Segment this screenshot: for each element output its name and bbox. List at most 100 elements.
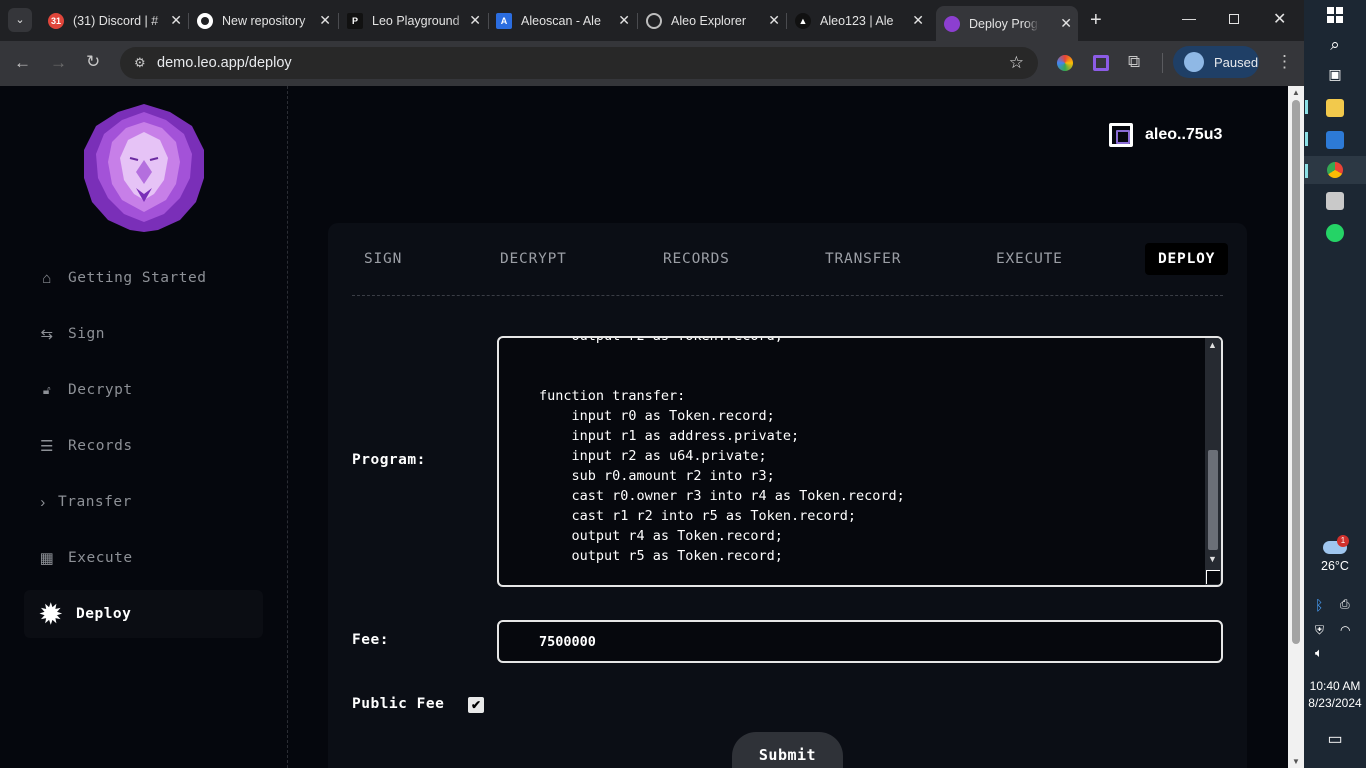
tab-sign[interactable]: SIGN (364, 243, 402, 275)
notification-center-icon[interactable]: ▭ (1304, 729, 1366, 749)
tab-transfer[interactable]: TRANSFER (825, 243, 901, 275)
browser-tab-leo-playground[interactable]: P Leo Playground ✕ (347, 6, 487, 35)
profile-button[interactable]: Paused (1173, 46, 1259, 78)
clock-time[interactable]: 10:40 AM (1304, 679, 1366, 693)
aleoscan-icon: A (496, 12, 512, 29)
wallet-button[interactable]: aleo..75u3 (1109, 123, 1222, 147)
leo-wallet-icon (1109, 123, 1133, 147)
weather-widget[interactable]: 1 26°C (1304, 535, 1366, 575)
browser-toolbar: ← → ↻ ⚙ demo.leo.app/deploy ☆ ⧉ Paused ⋮ (0, 41, 1304, 86)
fee-label: Fee: (352, 632, 389, 648)
weather-temperature: 26°C (1321, 559, 1349, 573)
lock-icon: 🔓︎ (42, 382, 52, 397)
security-shield-icon[interactable]: ⛨ (1315, 623, 1324, 638)
public-fee-checkbox[interactable]: ✔ (468, 697, 484, 713)
avatar (1184, 52, 1204, 72)
site-settings-icon[interactable]: ⚙ (134, 55, 146, 71)
sidebar-item-deploy[interactable]: ✹ Deploy (24, 590, 263, 638)
fee-input[interactable]: 7500000 (497, 620, 1223, 663)
tab-deploy[interactable]: DEPLOY (1145, 243, 1229, 275)
mail-icon[interactable] (1326, 192, 1344, 210)
tab-records[interactable]: RECORDS (663, 243, 730, 275)
resize-handle-icon[interactable] (1206, 570, 1220, 584)
tab-decrypt[interactable]: DECRYPT (500, 243, 567, 275)
meet-now-icon[interactable]: ⎙ (1340, 597, 1350, 612)
sidebar-item-label: Getting Started (68, 270, 207, 286)
minimize-button[interactable]: — (1182, 10, 1196, 26)
close-icon[interactable]: ✕ (319, 12, 331, 29)
scroll-down-icon[interactable]: ▼ (1292, 757, 1300, 766)
restore-button[interactable] (1229, 14, 1239, 24)
sidebar-item-records[interactable]: ☰ Records (24, 422, 263, 470)
scroll-down-icon[interactable]: ▼ (1208, 554, 1217, 564)
discord-icon: 31 (48, 12, 64, 29)
textarea-scrollbar[interactable]: ▲ ▼ (1205, 338, 1221, 585)
tab-title: Aleo123 | Ale (820, 13, 894, 28)
sidebar: ⌂ Getting Started ⇆ Sign 🔓︎ Decrypt ☰ Re… (0, 86, 288, 768)
scrollbar-thumb[interactable] (1208, 450, 1218, 550)
scroll-up-icon[interactable]: ▲ (1208, 340, 1217, 350)
url-text[interactable]: demo.leo.app/deploy (157, 55, 292, 71)
page-scrollbar-thumb[interactable] (1292, 100, 1300, 644)
store-icon[interactable] (1326, 131, 1344, 149)
tab-title: Aleoscan - Ale (521, 13, 601, 28)
tab-search-button[interactable]: ⌄ (8, 8, 32, 32)
close-icon[interactable]: ✕ (469, 12, 481, 29)
bluetooth-icon[interactable]: ᛒ (1315, 597, 1323, 613)
browser-tab-github[interactable]: New repository ✕ (197, 6, 337, 35)
chrome-taskbar-item[interactable] (1304, 156, 1366, 184)
sidebar-item-sign[interactable]: ⇆ Sign (24, 310, 263, 358)
task-view-icon[interactable]: ▣ (1304, 66, 1366, 83)
new-tab-button[interactable]: + (1090, 9, 1102, 32)
close-icon[interactable]: ✕ (1060, 15, 1072, 32)
browser-tab-deploy-program[interactable]: Deploy Program ✕ (936, 6, 1078, 41)
close-icon[interactable]: ✕ (170, 12, 182, 29)
clock-date[interactable]: 8/23/2024 (1304, 696, 1366, 710)
extension-colorful-icon[interactable] (1057, 55, 1073, 71)
extensions-puzzle-icon[interactable]: ⧉ (1128, 52, 1140, 72)
sidebar-item-label: Sign (68, 326, 105, 342)
browser-tab-aleo123[interactable]: ▲ Aleo123 | Ale ✕ (795, 6, 930, 35)
leo-wallet-extension-icon[interactable] (1093, 55, 1109, 71)
reload-icon[interactable]: ↻ (86, 52, 100, 72)
page-scrollbar[interactable]: ▲ ▼ (1288, 86, 1304, 768)
submit-button[interactable]: Submit (732, 732, 843, 768)
browser-tab-aleo-explorer[interactable]: Aleo Explorer ✕ (646, 6, 786, 35)
tab-title: Aleo Explorer (671, 13, 747, 28)
leo-lion-icon (944, 15, 960, 32)
search-icon[interactable]: ⌕ (1304, 35, 1366, 55)
sidebar-item-execute[interactable]: ▦ Execute (24, 534, 263, 582)
tab-title: (31) Discord | # (73, 13, 159, 28)
address-bar[interactable]: ⚙ demo.leo.app/deploy ☆ (120, 47, 1038, 79)
sidebar-item-label: Records (68, 438, 133, 454)
close-icon[interactable]: ✕ (768, 12, 780, 29)
browser-tab-discord[interactable]: 31 (31) Discord | # ✕ (48, 6, 188, 35)
program-code[interactable]: output r2 as Token.record; function tran… (539, 338, 905, 566)
wifi-icon[interactable]: ◠ (1340, 623, 1350, 637)
close-icon[interactable]: ✕ (618, 12, 630, 29)
sidebar-item-decrypt[interactable]: 🔓︎ Decrypt (24, 366, 263, 414)
sidebar-item-label: Deploy (76, 606, 132, 622)
file-explorer-icon[interactable] (1326, 99, 1344, 117)
weather-badge: 1 (1337, 535, 1349, 547)
windows-start-icon[interactable] (1327, 7, 1343, 23)
menu-kebab-icon[interactable]: ⋮ (1276, 52, 1293, 72)
fee-value[interactable]: 7500000 (539, 634, 596, 650)
tab-title: Leo Playground (372, 13, 460, 28)
scroll-up-icon[interactable]: ▲ (1292, 88, 1300, 97)
sidebar-item-transfer[interactable]: › Transfer (24, 478, 263, 526)
close-window-button[interactable]: ✕ (1273, 9, 1286, 29)
sidebar-item-getting-started[interactable]: ⌂ Getting Started (24, 254, 263, 302)
tab-title: Deploy Program (969, 16, 1039, 31)
back-icon[interactable]: ← (14, 53, 31, 73)
bookmark-star-icon[interactable]: ☆ (1009, 53, 1024, 73)
whatsapp-icon[interactable] (1326, 224, 1344, 242)
close-icon[interactable]: ✕ (912, 12, 924, 29)
browser-tab-aleoscan[interactable]: A Aleoscan - Ale ✕ (496, 6, 636, 35)
volume-icon[interactable]: 🔈︎ (1315, 645, 1323, 661)
forward-icon[interactable]: → (50, 53, 67, 73)
public-fee-label: Public Fee (352, 696, 445, 712)
tab-execute[interactable]: EXECUTE (996, 243, 1063, 275)
wallet-address: aleo..75u3 (1145, 126, 1223, 143)
program-textarea[interactable]: output r2 as Token.record; function tran… (497, 336, 1223, 587)
